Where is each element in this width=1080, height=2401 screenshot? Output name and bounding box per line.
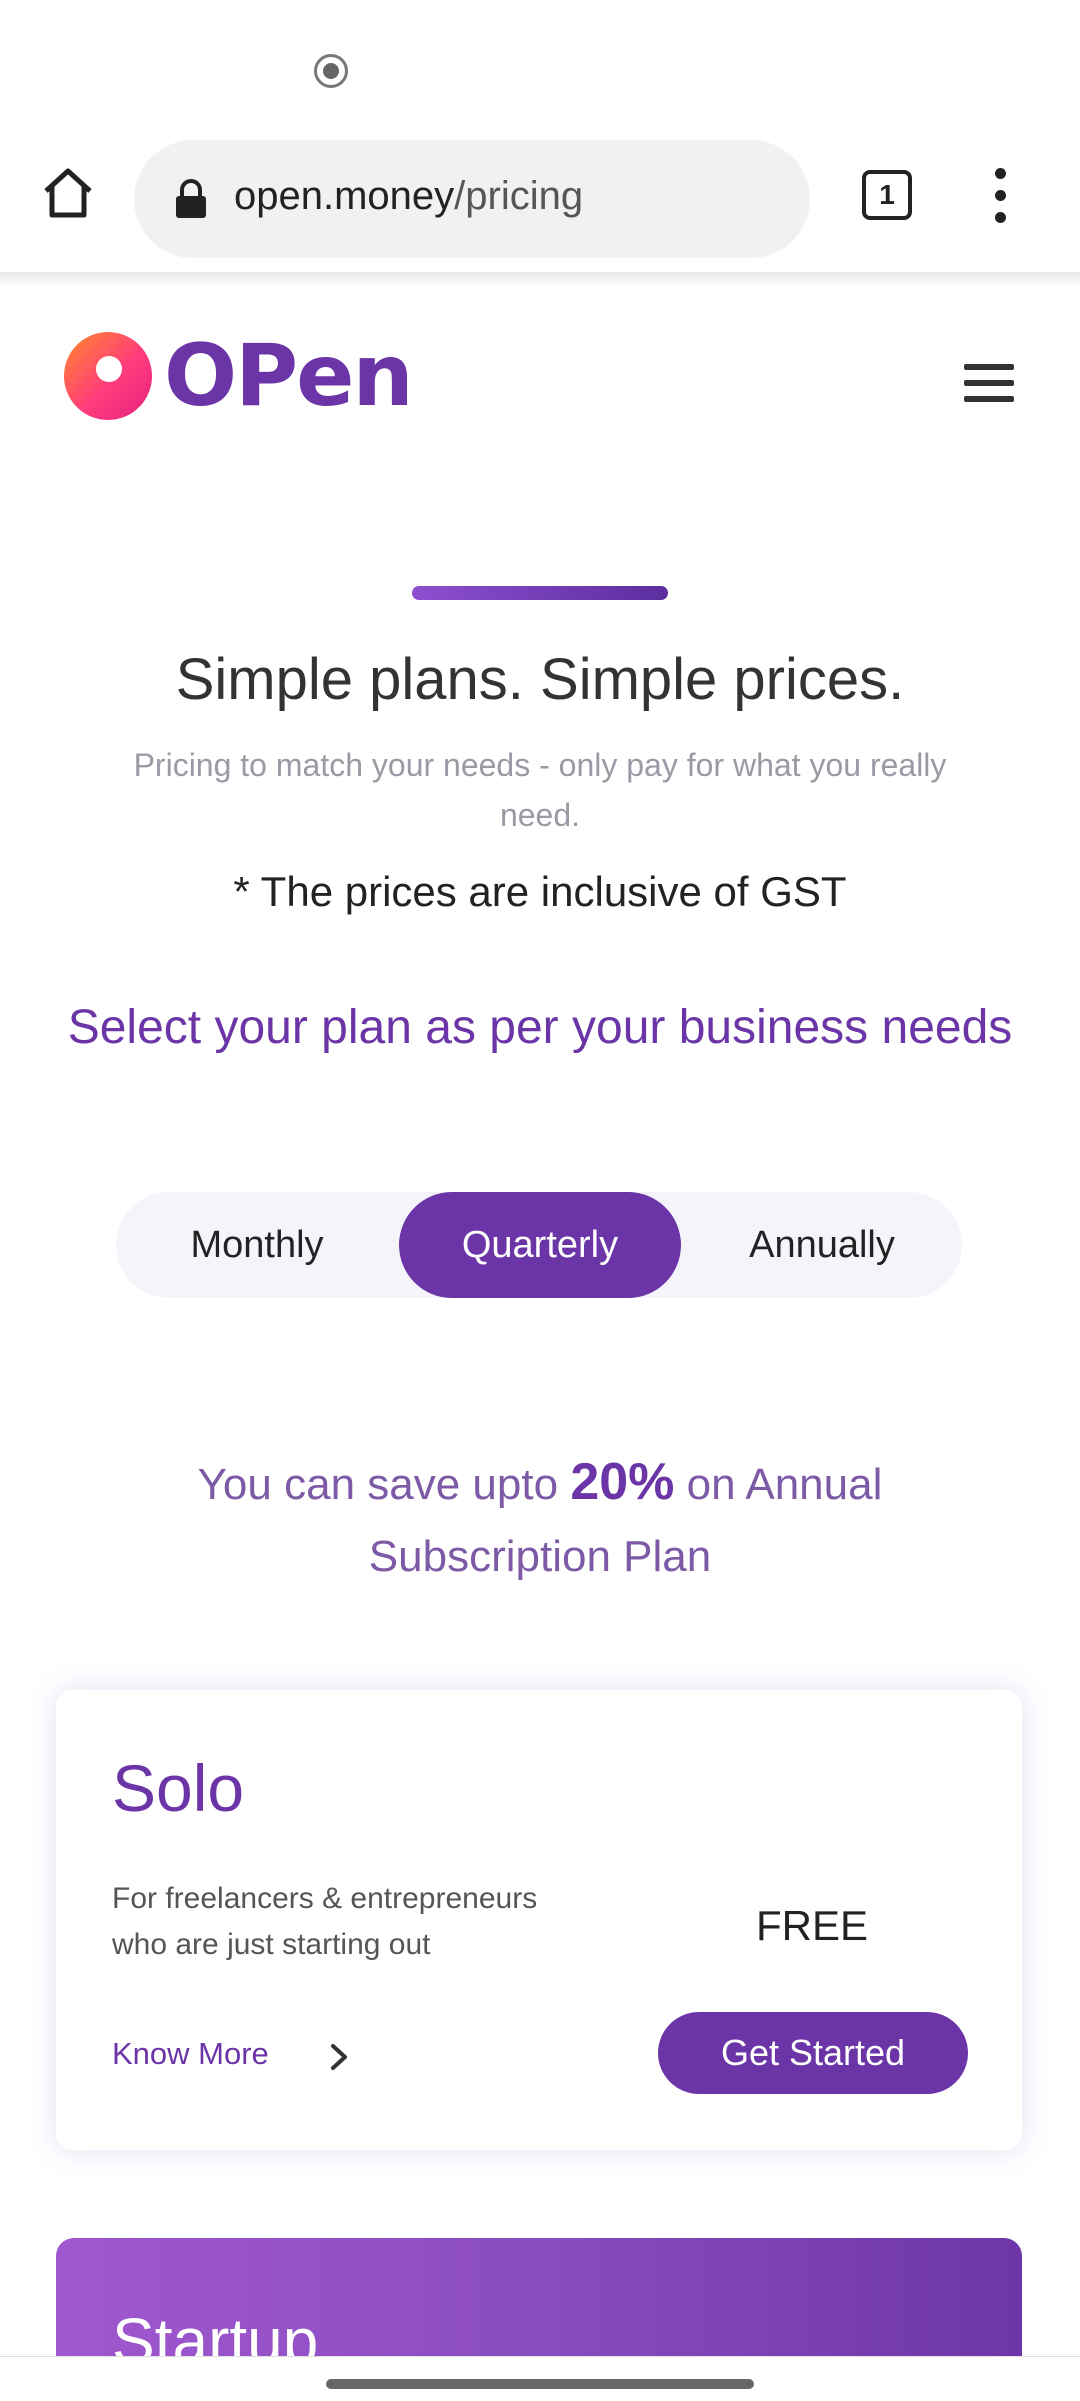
page-subtitle: Pricing to match your needs - only pay f… xyxy=(133,747,947,833)
savings-percent: 20% xyxy=(570,1453,675,1511)
status-bar xyxy=(0,0,1080,120)
url-path: /pricing xyxy=(454,174,584,218)
tabs-icon[interactable]: 1 xyxy=(862,170,912,220)
plan-card-solo: Solo For freelancers & entrepreneurs who… xyxy=(56,1690,1022,2150)
home-icon[interactable] xyxy=(40,165,96,221)
plan-price: FREE xyxy=(756,1902,869,1949)
savings-prefix: You can save upto xyxy=(197,1460,559,1509)
record-icon xyxy=(314,54,348,88)
open-logo[interactable]: OPen xyxy=(62,328,422,424)
gesture-nav-bar xyxy=(0,2356,1080,2401)
toggle-annually[interactable]: Annually xyxy=(681,1192,963,1298)
chevron-right-icon[interactable] xyxy=(324,2040,354,2074)
billing-period-toggle: Monthly Quarterly Annually xyxy=(116,1192,962,1298)
toggle-monthly[interactable]: Monthly xyxy=(116,1192,398,1298)
lock-icon xyxy=(176,179,206,218)
home-gesture-handle[interactable] xyxy=(326,2379,754,2389)
savings-message: You can save upto 20% on Annual Subscrip… xyxy=(100,1446,980,1593)
page-title: Simple plans. Simple prices. xyxy=(175,647,905,712)
logo-mark xyxy=(64,332,152,420)
toolbar-divider xyxy=(0,272,1080,288)
hamburger-menu-icon[interactable] xyxy=(964,364,1014,402)
url-domain: open.money xyxy=(234,174,455,218)
logo-text: OPen xyxy=(164,326,414,426)
plan-name: Solo xyxy=(112,1751,245,1825)
plan-description: For freelancers & entrepreneurs who are … xyxy=(112,1882,538,1961)
address-bar[interactable]: open.money/pricing xyxy=(134,140,810,258)
plan-selection-heading: Select your plan as per your business ne… xyxy=(67,1001,1013,1054)
url-text: open.money/pricing xyxy=(234,174,583,219)
more-vert-icon[interactable] xyxy=(990,168,1010,228)
gst-note: * The prices are inclusive of GST xyxy=(233,868,847,915)
browser-toolbar: open.money/pricing 1 xyxy=(0,130,1080,270)
toggle-quarterly[interactable]: Quarterly xyxy=(399,1192,681,1298)
accent-divider xyxy=(412,586,668,600)
know-more-link[interactable]: Know More xyxy=(112,2036,269,2072)
get-started-button[interactable]: Get Started xyxy=(658,2012,968,2094)
